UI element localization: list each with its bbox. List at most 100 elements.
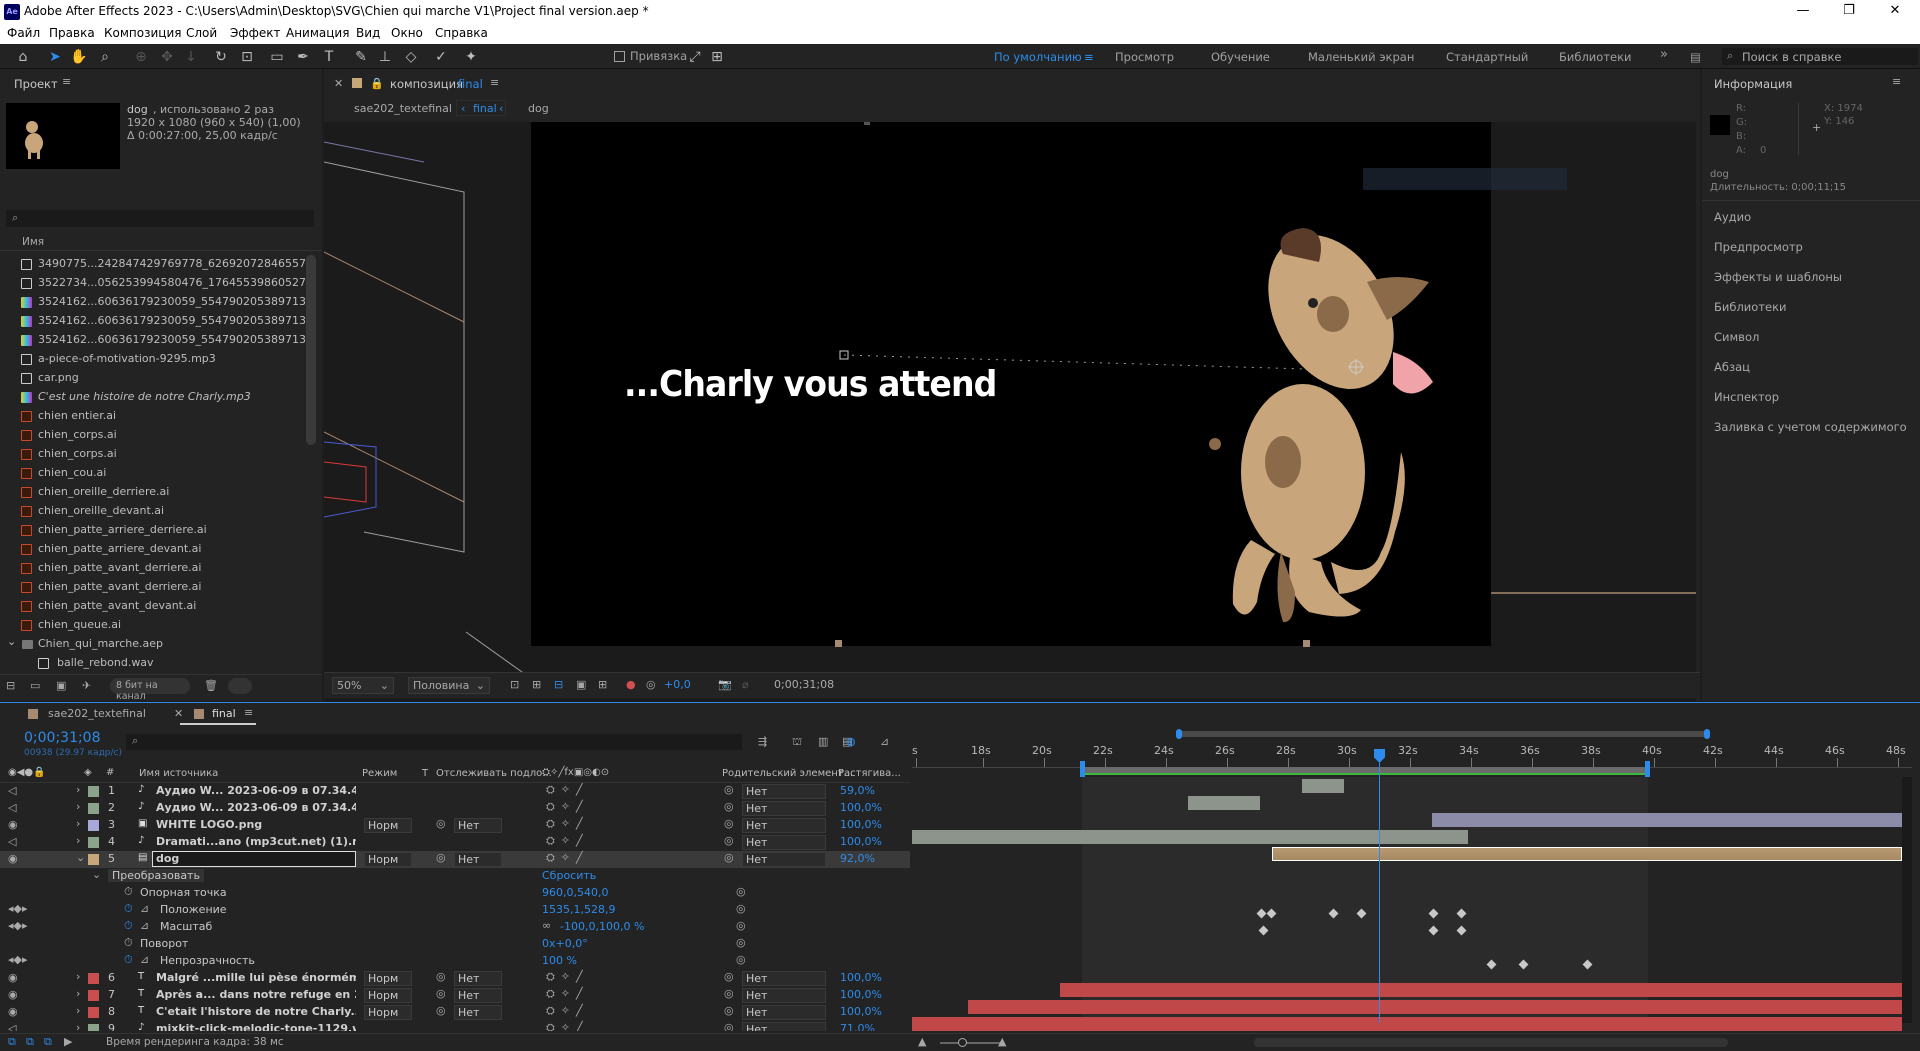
layer-color-label[interactable] [88, 786, 99, 797]
workspace-default[interactable]: По умолчанию [994, 50, 1082, 64]
menu-effect[interactable]: Эффект [230, 26, 281, 40]
more-workspaces-icon[interactable]: » [1660, 47, 1668, 62]
color-management-icon[interactable]: ◎ [646, 678, 656, 691]
layer-bar-1[interactable] [1302, 779, 1344, 793]
parent-pickwhip-icon[interactable]: ◎ [724, 851, 734, 864]
blend-mode-dropdown[interactable]: Норм [364, 971, 412, 986]
blend-mode-dropdown[interactable]: Норм [364, 1005, 412, 1020]
project-file-item[interactable]: chien_patte_arriere_derriere.ai [0, 521, 305, 540]
layer-switches[interactable]: ⛭✧╱ [546, 987, 589, 1001]
brush-tool-icon[interactable]: ✎ [352, 48, 370, 66]
graph-icon[interactable]: ⊿ [140, 953, 149, 966]
layer-switches[interactable]: ⛭✧╱ [546, 1004, 589, 1018]
layer-row[interactable]: ◉ › 3 ▣ WHITE LOGO.png Норм ◎ Нет ⛭✧╱ ◎ Нет 100,0% [0, 817, 910, 834]
parent-pickwhip-icon[interactable]: ◎ [724, 800, 734, 813]
stretch-value[interactable]: 59,0% [840, 784, 875, 797]
parent-pickwhip-icon[interactable]: ◎ [724, 1004, 734, 1017]
menu-help[interactable]: Справка [435, 26, 488, 40]
project-toggle[interactable] [228, 678, 252, 694]
layer-color-label[interactable] [88, 854, 99, 865]
panel-inspector[interactable]: Инспектор [1714, 390, 1779, 404]
layout-icon[interactable]: ▤ [1690, 50, 1701, 64]
home-icon[interactable]: ⌂ [14, 48, 32, 66]
parent-dropdown[interactable]: Нет [742, 988, 826, 1003]
pen-tool-icon[interactable]: ✒ [294, 48, 312, 66]
panel-paragraph[interactable]: Абзац [1714, 360, 1750, 374]
close-tab-icon[interactable]: ✕ [174, 707, 183, 720]
project-file-item[interactable]: chien_patte_arriere_devant.ai [0, 540, 305, 559]
layer-name[interactable]: Après a... dans notre refuge en 2021. [156, 988, 356, 1001]
close-button[interactable]: ✕ [1872, 0, 1918, 24]
parent-dropdown[interactable]: Нет [742, 971, 826, 986]
comp-mini-flowchart-icon[interactable]: ⇶ [758, 735, 767, 748]
draft-3d-icon[interactable]: ⛫ [792, 735, 802, 750]
parent-dropdown[interactable]: Нет [742, 1005, 826, 1020]
project-file-item[interactable]: 3524162...60636179230059_554790205389713… [0, 331, 305, 350]
shy-layers-icon[interactable]: ▥ [818, 735, 828, 748]
new-folder-icon[interactable]: ▭ [30, 679, 40, 692]
toggle-modes-icon[interactable]: ⧉ [26, 1035, 34, 1049]
bpc-button[interactable]: 8 бит на канал [110, 678, 190, 702]
panel-menu-icon[interactable]: ≡ [62, 75, 71, 88]
workspace-standard[interactable]: Стандартный [1446, 50, 1528, 64]
track-matte-pickwhip-icon[interactable]: ◎ [436, 1004, 446, 1017]
layer-row[interactable]: ◁ › 1 ♪ Аудио W... 2023-06-09 в 07.34.46.mp3… [0, 783, 910, 800]
stopwatch-icon[interactable]: ⏱ [124, 936, 133, 950]
hand-tool-icon[interactable]: ✋ [70, 48, 88, 66]
transform-group[interactable]: ⌄ Преобразовать Сбросить [0, 868, 910, 885]
blend-mode-dropdown[interactable]: Норм [364, 852, 412, 867]
snap-grid-icon[interactable]: ⊞ [708, 48, 726, 66]
visibility-eye-icon[interactable]: ◉ [8, 971, 18, 984]
layer-color-label[interactable] [88, 803, 99, 814]
expression-pickwhip-icon[interactable]: ◎ [736, 885, 746, 898]
transform-property[interactable]: ◂◆▸ ⏱ ⊿ Непрозрачность 100 % ◎ [0, 953, 910, 970]
chevron-down-icon[interactable]: ⌄ [92, 868, 101, 881]
timeline-search-input[interactable]: ⌕ [126, 734, 742, 750]
work-area-start[interactable] [1080, 761, 1085, 777]
project-file-item[interactable]: chien entier.ai [0, 407, 305, 426]
track-matte-dropdown[interactable]: Нет [454, 818, 502, 833]
layer-name[interactable]: dog [152, 851, 356, 867]
stretch-value[interactable]: 100,0% [840, 835, 882, 848]
interpret-footage-icon[interactable]: ⊟ [6, 679, 15, 692]
comp-viewport[interactable]: ...Charly vous attend [324, 122, 1696, 714]
expand-chevron-icon[interactable]: › [76, 834, 80, 847]
audio-toggle-icon[interactable]: ◁ [8, 1022, 16, 1031]
audio-toggle-icon[interactable]: ◁ [8, 784, 16, 797]
comp-tab-prefix[interactable]: композиция [390, 77, 463, 91]
restore-button[interactable]: ❐ [1826, 0, 1872, 24]
layer-color-label[interactable] [88, 990, 99, 1001]
transparency-grid-icon[interactable]: ⊞ [532, 678, 541, 691]
layer-bar-7[interactable] [968, 1000, 1902, 1014]
eraser-tool-icon[interactable]: ◇ [402, 48, 420, 66]
menu-composition[interactable]: Композиция [104, 26, 181, 40]
new-composition-icon[interactable]: ▣ [56, 679, 66, 692]
layer-row[interactable]: ◉ › 6 T Malgré ...mille lui pèse énormément.… [0, 970, 910, 987]
layer-switches[interactable]: ⛭✧╱ [546, 834, 589, 848]
panel-character[interactable]: Символ [1714, 330, 1759, 344]
breadcrumb-2[interactable]: final [473, 102, 497, 115]
layer-bar-5-selected[interactable] [1272, 847, 1902, 861]
rotate-tool-icon[interactable]: ↻ [212, 48, 230, 66]
expand-chevron-icon[interactable]: › [76, 800, 80, 813]
project-file-item[interactable]: car.png [0, 369, 305, 388]
track-matte-dropdown[interactable]: Нет [454, 1005, 502, 1020]
layer-row[interactable]: ◉ › 7 T Après a... dans notre refuge en 2021… [0, 987, 910, 1004]
motion-blur-icon[interactable]: ◍ [846, 735, 856, 748]
render-queue-icon[interactable]: ✈ [82, 679, 91, 692]
render-time-icon[interactable]: ▶ [64, 1035, 72, 1048]
panel-libraries[interactable]: Библиотеки [1714, 300, 1787, 314]
parent-pickwhip-icon[interactable]: ◎ [724, 834, 734, 847]
timeline-timecode[interactable]: 0;00;31;08 [24, 730, 101, 746]
stamp-tool-icon[interactable]: ⊥ [376, 48, 394, 66]
mode-header[interactable]: Режим [362, 768, 397, 779]
chevron-down-icon[interactable]: ⌄ [7, 635, 16, 648]
parent-pickwhip-icon[interactable]: ◎ [724, 1021, 734, 1031]
project-file-item[interactable]: balle_rebond.wav [0, 654, 305, 669]
panel-menu-icon[interactable]: ≡ [1892, 75, 1901, 88]
track-matte-dropdown[interactable]: Нет [454, 988, 502, 1003]
track-matte-pickwhip-icon[interactable]: ◎ [436, 970, 446, 983]
layer-color-label[interactable] [88, 820, 99, 831]
project-panel-title[interactable]: Проект [14, 77, 58, 91]
comp-canvas[interactable]: ...Charly vous attend [531, 122, 1567, 647]
